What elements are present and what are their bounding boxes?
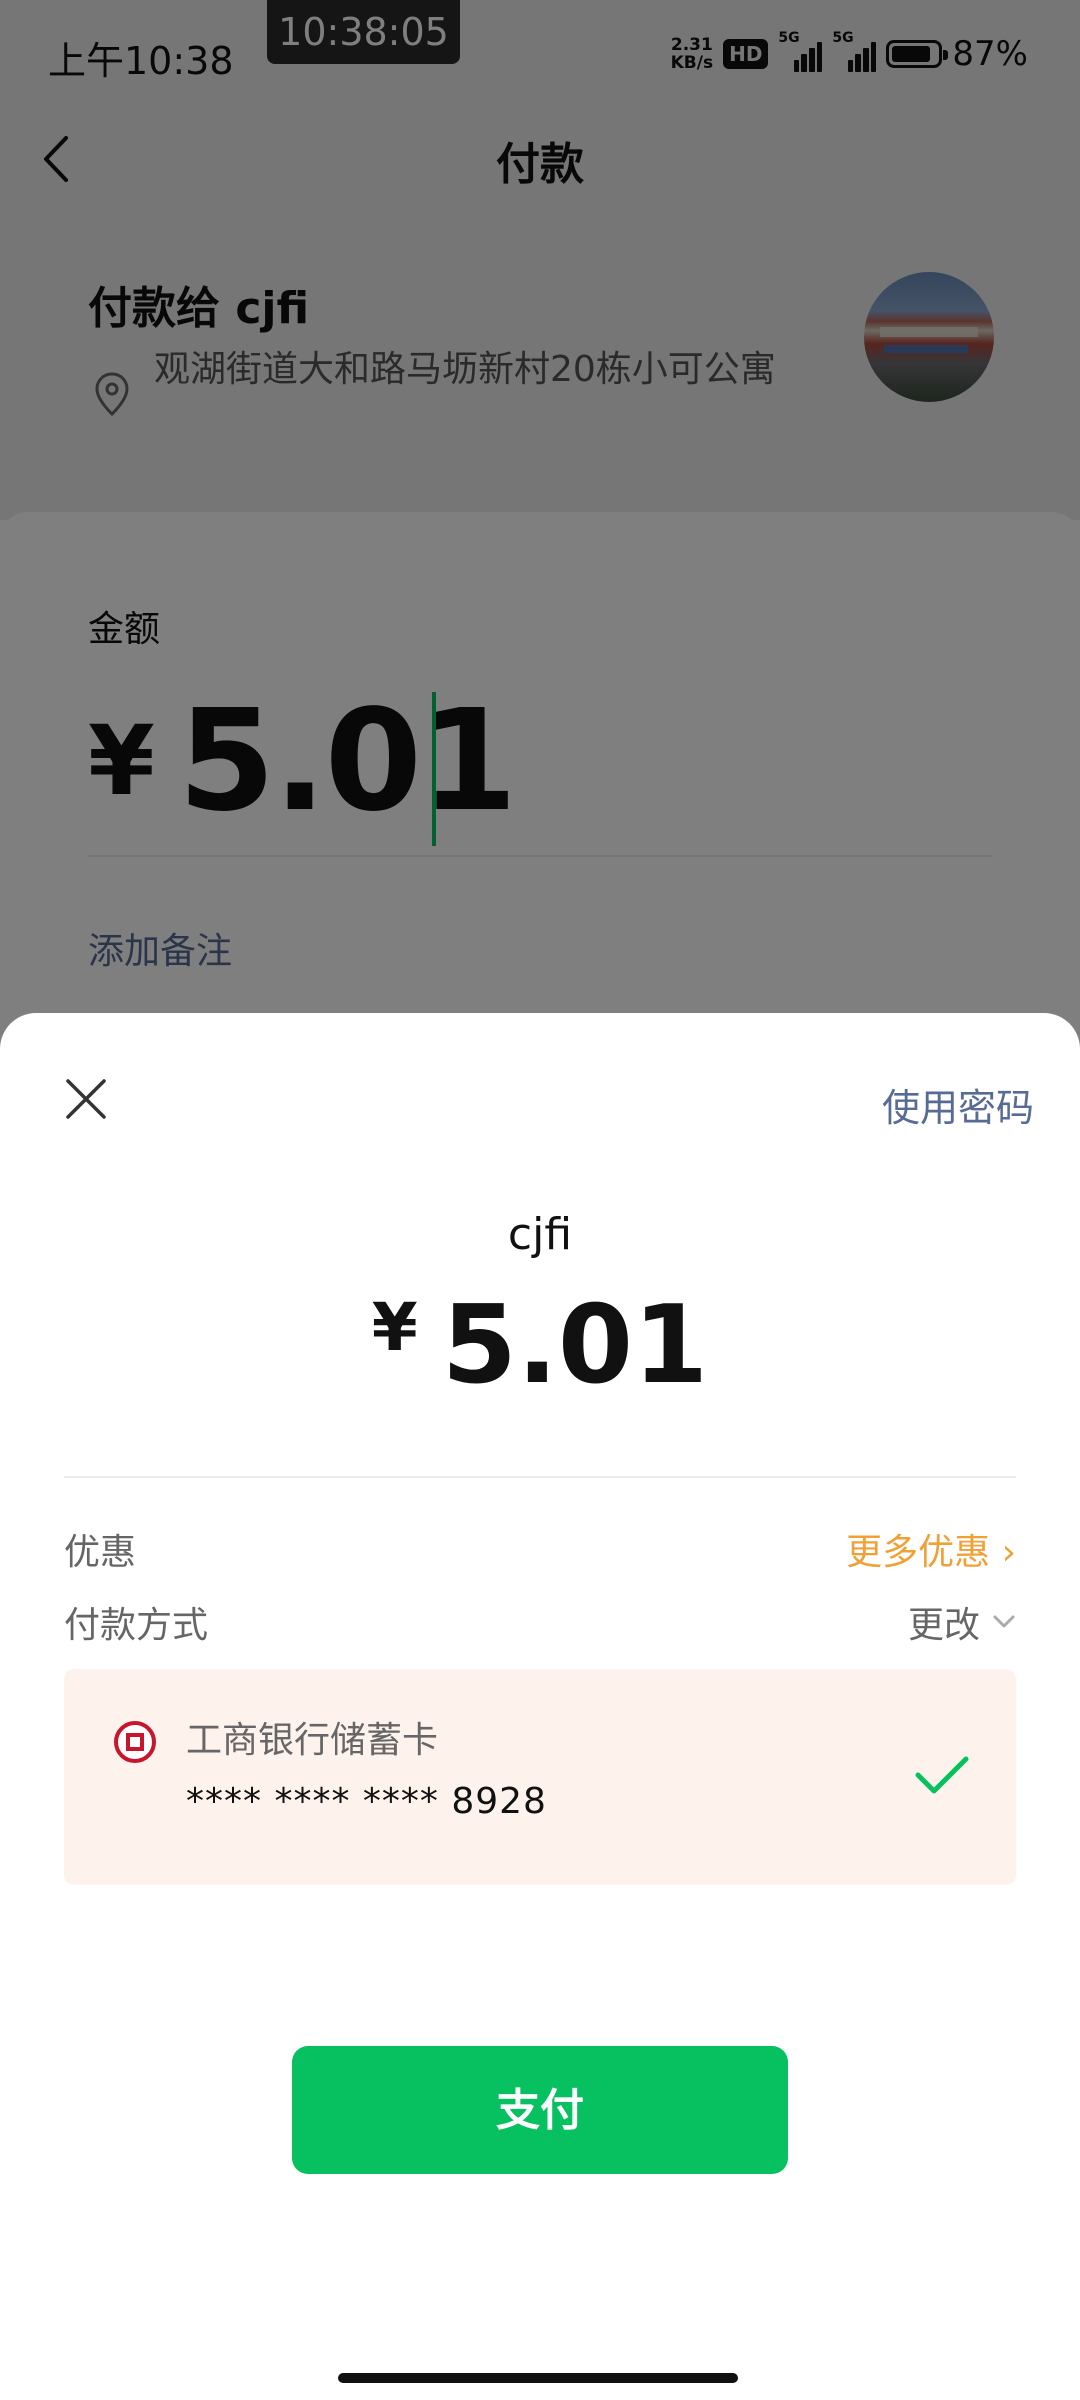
payment-sheet: 使用密码 cjfi ¥5.01 优惠 更多优惠 › 付款方式 更改 工商银行储蓄…: [0, 1013, 1080, 2400]
bank-logo-icon: [114, 1721, 156, 1763]
selected-card[interactable]: 工商银行储蓄卡 **** **** **** 8928: [64, 1669, 1016, 1885]
sheet-amount: 5.01: [441, 1283, 709, 1408]
card-number: **** **** **** 8928: [186, 1781, 547, 1822]
discount-label: 优惠: [64, 1532, 137, 1573]
pay-button[interactable]: 支付: [292, 2046, 788, 2174]
sheet-payee-name: cjfi: [507, 1209, 573, 1260]
home-indicator[interactable]: [338, 2373, 738, 2383]
close-icon[interactable]: [64, 1077, 108, 1121]
sheet-currency: ¥: [371, 1289, 418, 1366]
change-method-button[interactable]: 更改: [908, 1596, 1016, 1648]
checkmark-icon: [915, 1756, 969, 1794]
more-discount-link[interactable]: 更多优惠 ›: [846, 1523, 1016, 1575]
use-password-link[interactable]: 使用密码: [882, 1077, 1034, 1132]
sheet-amount-display: ¥5.01: [0, 1283, 1080, 1408]
bank-name: 工商银行储蓄卡: [186, 1720, 439, 1761]
divider: [64, 1476, 1016, 1478]
payment-method-label: 付款方式: [64, 1605, 209, 1646]
change-method-label: 更改: [907, 1605, 980, 1646]
chevron-down-icon: [993, 1615, 1015, 1628]
